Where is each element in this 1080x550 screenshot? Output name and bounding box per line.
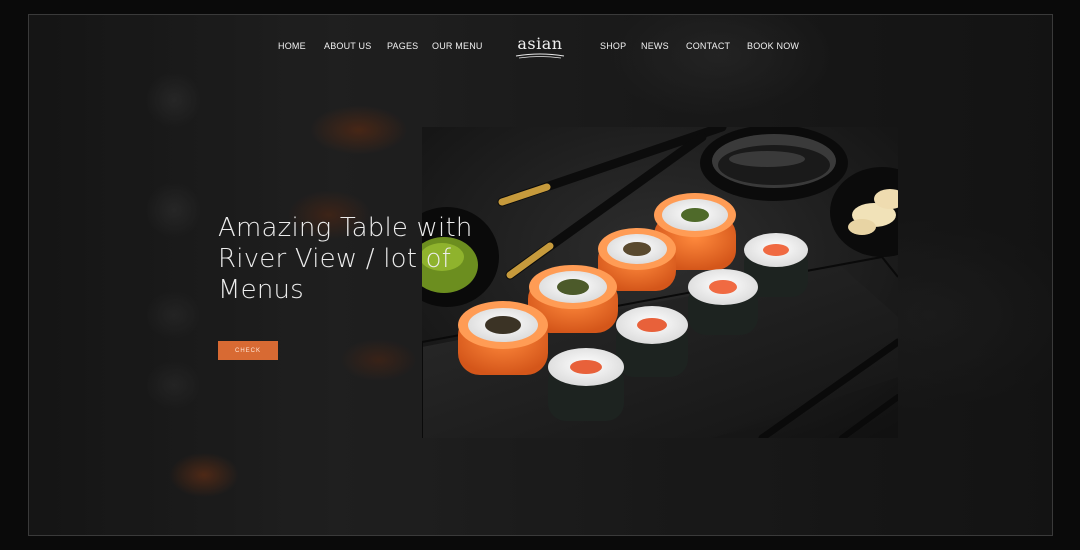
- nav-pages-link[interactable]: PAGES: [387, 41, 418, 51]
- nav-book-now-link[interactable]: BOOK NOW: [747, 41, 799, 51]
- nav-our-menu-link[interactable]: OUR MENU: [432, 41, 483, 51]
- nav-contact-link[interactable]: CONTACT: [686, 41, 730, 51]
- site-logo[interactable]: asian: [514, 34, 566, 53]
- hero-sushi-photo: [422, 127, 898, 438]
- hero-heading-line-3: Menus: [218, 275, 304, 305]
- page-frame: HOME ABOUT US PAGES OUR MENU asian SHOP …: [28, 14, 1053, 536]
- main-navigation: HOME ABOUT US PAGES OUR MENU asian SHOP …: [29, 34, 1052, 61]
- nav-about-us-link[interactable]: ABOUT US: [324, 41, 371, 51]
- nav-news-link[interactable]: NEWS: [641, 41, 669, 51]
- check-button[interactable]: CHECK: [218, 341, 278, 360]
- logo-swoosh-icon: [515, 53, 565, 59]
- hero-heading-line-2: River View / lot of: [218, 244, 452, 274]
- nav-home-link[interactable]: HOME: [278, 41, 306, 51]
- hero-heading: Amazing Table with River View / lot of M…: [218, 213, 488, 306]
- nav-shop-link[interactable]: SHOP: [600, 41, 626, 51]
- sushi-illustration: [422, 127, 898, 438]
- hero-heading-line-1: Amazing Table with: [218, 213, 473, 243]
